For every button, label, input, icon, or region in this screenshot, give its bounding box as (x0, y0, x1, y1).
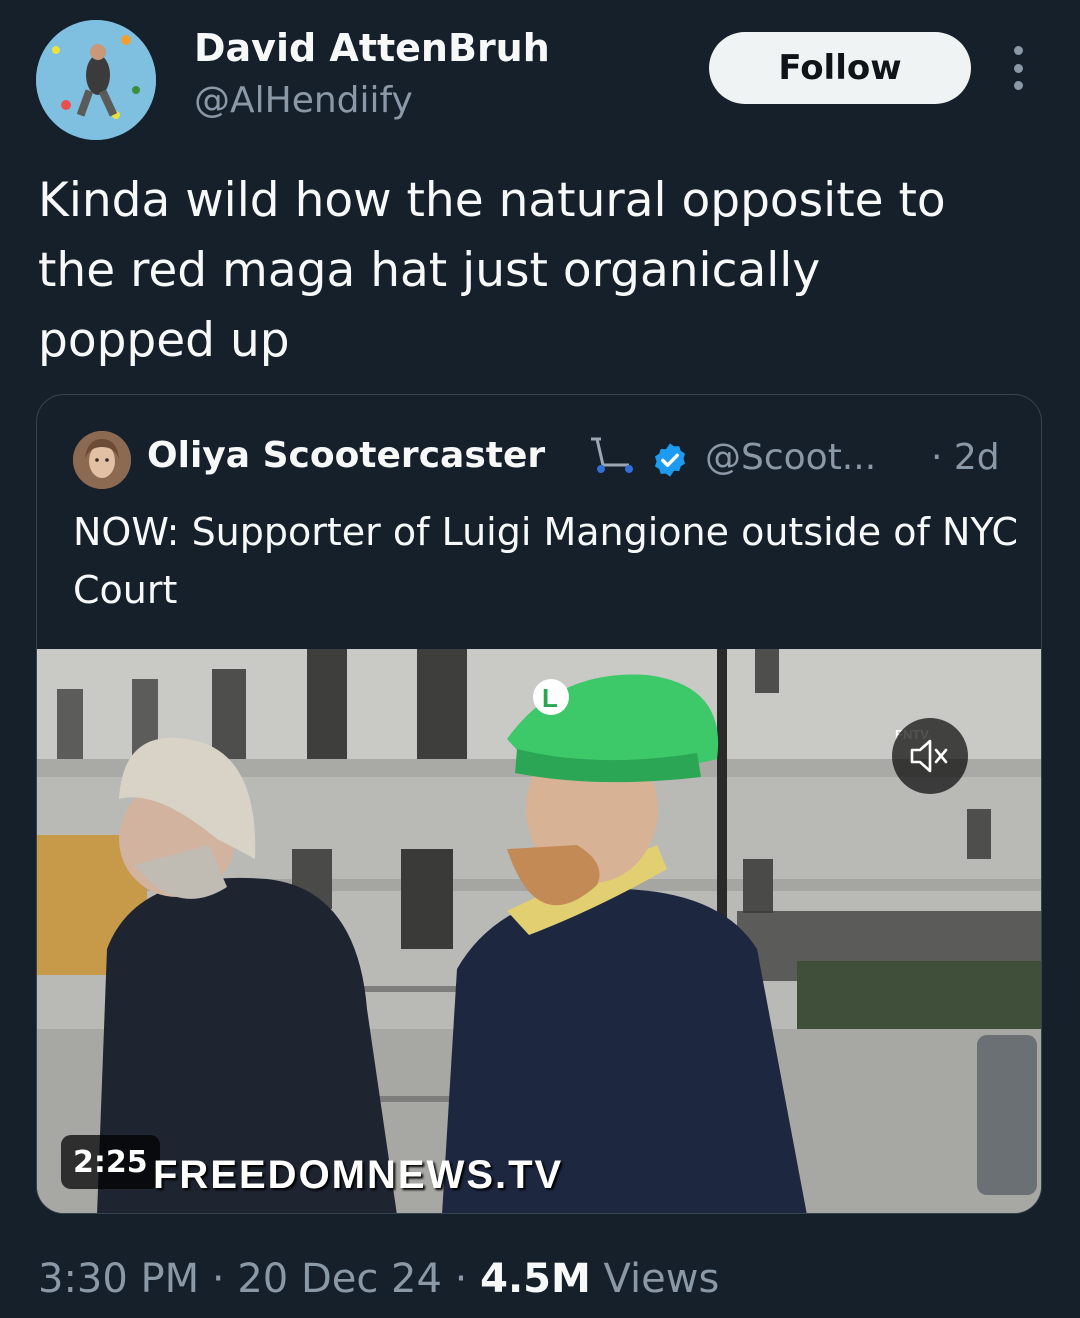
author-handle[interactable]: @AlHendiify (194, 80, 413, 121)
author-display-name[interactable]: David AttenBruh (194, 26, 550, 70)
tweet-metadata: 3:30 PM · 20 Dec 24 · 4.5M Views (38, 1256, 719, 1302)
tweet-time[interactable]: 3:30 PM (38, 1256, 199, 1302)
more-options-dot (1013, 63, 1023, 73)
separator: · (441, 1256, 481, 1302)
tweet-date[interactable]: 20 Dec 24 (237, 1256, 442, 1302)
scooter-emoji-icon (591, 437, 633, 473)
freedomnews-watermark: FREEDOMNEWS.TV (153, 1153, 564, 1197)
quoted-tweet-time[interactable]: · 2d (931, 437, 1000, 478)
svg-text:L: L (542, 683, 558, 713)
separator: · (199, 1256, 238, 1302)
more-options-dot (1013, 46, 1023, 55)
quoted-author-name[interactable]: Oliya Scootercaster (147, 435, 545, 476)
quoted-tweet-text: NOW: Supporter of Luigi Mangione outside… (73, 510, 1019, 612)
more-options-icon[interactable] (1006, 46, 1030, 90)
views-count: 4.5M (480, 1256, 591, 1302)
quoted-author-avatar[interactable] (73, 431, 131, 489)
author-avatar[interactable] (36, 20, 156, 140)
video-duration-badge: 2:25 (61, 1135, 160, 1189)
video-player[interactable]: L FNTV 2:25 FREEDOMNEWS.TV (37, 649, 1041, 1213)
tweet-text: Kinda wild how the natural opposite to t… (38, 173, 946, 368)
volume-muted-icon[interactable] (892, 718, 968, 794)
more-options-dot (1013, 81, 1023, 90)
views-label: Views (603, 1256, 720, 1302)
follow-button[interactable]: Follow (709, 32, 971, 104)
quoted-author-handle[interactable]: @Scoot... (705, 437, 876, 478)
video-frame: L (37, 649, 1041, 1213)
verified-badge-icon (654, 443, 686, 477)
quoted-tweet[interactable]: Oliya Scootercaster @Scoot... · 2d NOW: … (36, 394, 1042, 1214)
